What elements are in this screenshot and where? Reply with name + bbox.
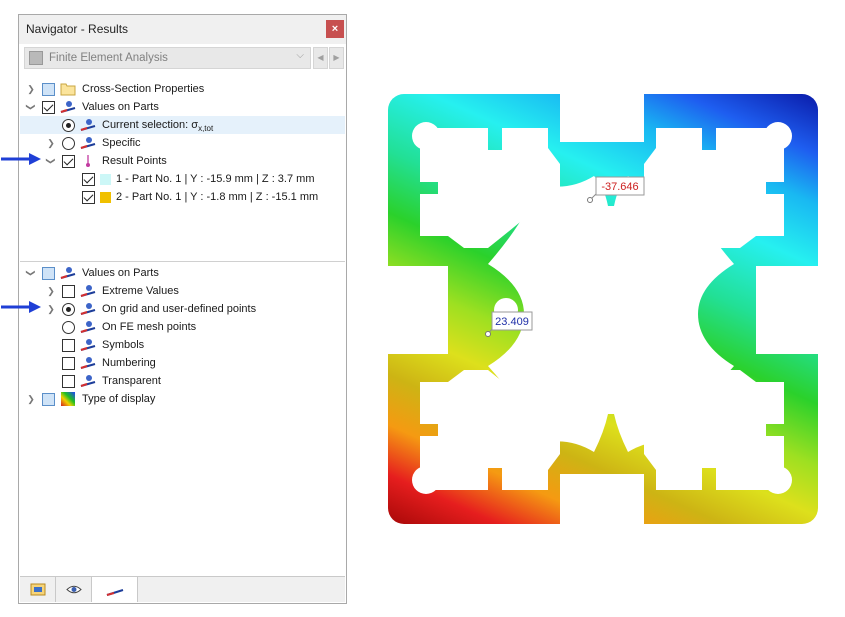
current-selection-radio[interactable] <box>62 119 75 132</box>
collapse-icon[interactable]: ❯ <box>25 268 37 278</box>
results-icon <box>106 589 124 596</box>
numbering-label: Numbering <box>102 357 156 369</box>
point-1-checkbox[interactable] <box>82 173 95 186</box>
cross-section-checkbox[interactable] <box>42 83 55 96</box>
results-icon <box>60 267 76 279</box>
chevron-down-icon: ⌵ <box>296 50 304 61</box>
results-icon <box>80 285 96 297</box>
tree-item-result-points[interactable]: ❯ Result Points <box>20 152 345 170</box>
transparent-label: Transparent <box>102 375 161 387</box>
cross-section-label: Cross-Section Properties <box>82 83 205 95</box>
type-of-display-label: Type of display <box>82 393 156 405</box>
tree-item-current-selection[interactable]: Current selection: σx,tot <box>20 116 345 134</box>
results-icon <box>60 101 76 113</box>
stress-contour-fill <box>378 88 826 528</box>
data-navigator-icon <box>30 583 46 596</box>
tree-item-specific[interactable]: ❯ Specific <box>20 134 345 152</box>
on-fe-mesh-label: On FE mesh points <box>102 321 197 333</box>
folder-icon <box>60 83 76 96</box>
cross-section-result-view[interactable]: -37.646 23.409 <box>378 88 826 528</box>
transparent-checkbox[interactable] <box>62 375 75 388</box>
tree-item-on-grid[interactable]: ❯ On grid and user-defined points <box>20 300 345 318</box>
expand-icon[interactable]: ❯ <box>46 285 56 297</box>
expand-icon[interactable]: ❯ <box>46 303 56 315</box>
expand-icon[interactable]: ❯ <box>26 83 36 95</box>
tab-display[interactable] <box>56 577 92 602</box>
extreme-values-label: Extreme Values <box>102 285 179 297</box>
on-fe-mesh-radio[interactable] <box>62 321 75 334</box>
results-icon <box>80 321 96 333</box>
current-selection-label: Current selection: σx,tot <box>102 119 214 134</box>
navigator-panel: Navigator - Results × Finite Element Ana… <box>18 14 347 604</box>
results-tree: ❯ Cross-Section Properties ❯ Values on P… <box>20 77 345 261</box>
results-icon <box>80 339 96 351</box>
panel-title: Navigator - Results <box>26 22 129 36</box>
results-icon <box>80 137 96 149</box>
point-2-checkbox[interactable] <box>82 191 95 204</box>
eye-icon <box>66 585 82 594</box>
result-points-label: Result Points <box>102 155 167 167</box>
tree-item-symbols[interactable]: Symbols <box>20 336 345 354</box>
symbols-checkbox[interactable] <box>62 339 75 352</box>
panel-title-bar: Navigator - Results × <box>19 15 346 44</box>
tree-item-values-on-parts[interactable]: ❯ Values on Parts <box>20 98 345 116</box>
point-2-color-swatch <box>100 192 111 203</box>
annotation-arrow-result-points <box>1 153 41 165</box>
tree-item-extreme-values[interactable]: ❯ Extreme Values <box>20 282 345 300</box>
tree-item-transparent[interactable]: Transparent <box>20 372 345 390</box>
type-of-display-checkbox[interactable] <box>42 393 55 406</box>
numbering-checkbox[interactable] <box>62 357 75 370</box>
display-options-tree: ❯ Values on Parts ❯ Extreme Values ❯ On … <box>20 262 345 577</box>
specific-radio[interactable] <box>62 137 75 150</box>
specific-label: Specific <box>102 137 141 149</box>
on-grid-label: On grid and user-defined points <box>102 303 257 315</box>
point-1-label: 1 - Part No. 1 | Y : -15.9 mm | Z : 3.7 … <box>116 173 315 185</box>
tree-item-point-2[interactable]: 2 - Part No. 1 | Y : -1.8 mm | Z : -15.1… <box>20 188 345 206</box>
expand-icon[interactable]: ❯ <box>26 393 36 405</box>
values-on-parts-label: Values on Parts <box>82 101 159 113</box>
annotation-arrow-on-grid <box>1 301 41 313</box>
tree-item-point-1[interactable]: 1 - Part No. 1 | Y : -15.9 mm | Z : 3.7 … <box>20 170 345 188</box>
extreme-values-checkbox[interactable] <box>62 285 75 298</box>
tree-item-numbering[interactable]: Numbering <box>20 354 345 372</box>
values-on-parts-2-label: Values on Parts <box>82 267 159 279</box>
values-on-parts-2-checkbox[interactable] <box>42 267 55 280</box>
result-value-left: 23.409 <box>495 316 529 328</box>
results-icon <box>80 375 96 387</box>
tab-results[interactable] <box>92 577 138 602</box>
navigator-tabs <box>20 576 345 602</box>
type-of-display-icon <box>61 392 75 406</box>
collapse-icon[interactable]: ❯ <box>25 102 37 112</box>
values-on-parts-checkbox[interactable] <box>42 101 55 114</box>
module-icon <box>29 51 43 65</box>
result-points-checkbox[interactable] <box>62 155 75 168</box>
results-icon <box>80 119 96 131</box>
collapse-icon[interactable]: ❯ <box>45 156 57 166</box>
next-arrow-button[interactable]: ▶ <box>329 47 344 69</box>
tree-item-values-on-parts-2[interactable]: ❯ Values on Parts <box>20 264 345 282</box>
result-point-icon <box>86 155 90 167</box>
on-grid-radio[interactable] <box>62 303 75 316</box>
result-value-top: -37.646 <box>601 181 638 193</box>
tree-item-type-of-display[interactable]: ❯ Type of display <box>20 390 345 408</box>
symbols-label: Symbols <box>102 339 145 351</box>
previous-arrow-button[interactable]: ◀ <box>313 47 328 69</box>
close-button[interactable]: × <box>326 20 344 38</box>
tree-item-cross-section[interactable]: ❯ Cross-Section Properties <box>20 80 345 98</box>
results-icon <box>80 303 96 315</box>
module-dropdown[interactable]: Finite Element Analysis ⌵ <box>24 47 311 69</box>
point-1-color-swatch <box>100 174 111 185</box>
results-icon <box>80 357 96 369</box>
tab-data[interactable] <box>20 577 56 602</box>
tree-item-on-fe-mesh[interactable]: On FE mesh points <box>20 318 345 336</box>
point-2-label: 2 - Part No. 1 | Y : -1.8 mm | Z : -15.1… <box>116 191 319 203</box>
module-label: Finite Element Analysis <box>49 52 168 64</box>
expand-icon[interactable]: ❯ <box>46 137 56 149</box>
